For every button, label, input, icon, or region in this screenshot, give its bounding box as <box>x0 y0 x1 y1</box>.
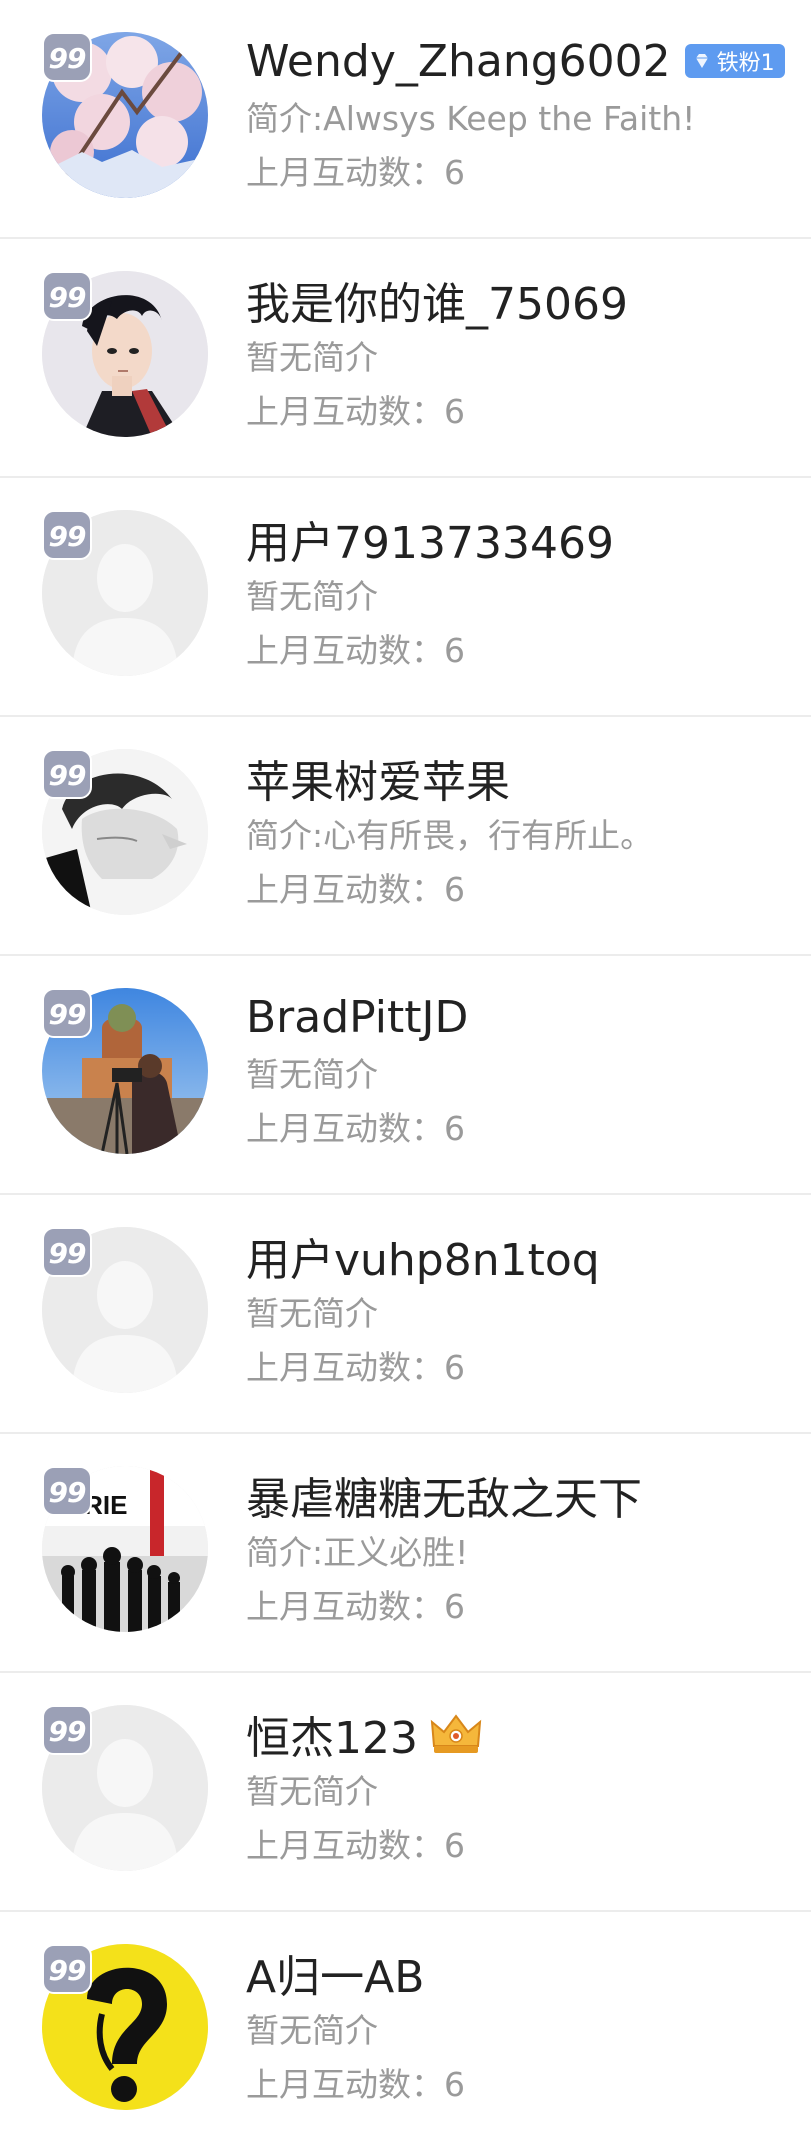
list-item[interactable]: 99 恒杰123 暂无简介 上月互动数：6 <box>0 1673 811 1912</box>
interaction-count: 上月互动数：6 <box>246 146 791 200</box>
username[interactable]: Wendy_Zhang6002 <box>246 36 671 87</box>
username[interactable]: BradPittJD <box>246 992 468 1043</box>
username[interactable]: 暴虐糖糖无敌之天下 <box>246 1463 642 1527</box>
interaction-count: 上月互动数：6 <box>246 1102 791 1156</box>
stat-value: 6 <box>444 1348 465 1387</box>
diamond-icon <box>695 54 708 68</box>
list-item[interactable]: 99 Wendy_Zhang6002 铁粉1 简介:Alwsys Keep th… <box>0 0 811 239</box>
fan-badge-label: 铁粉1 <box>716 51 775 76</box>
interaction-count: 上月互动数：6 <box>246 1341 791 1395</box>
stat-value: 6 <box>444 1587 465 1626</box>
level-badge: 99 <box>42 988 92 1038</box>
username[interactable]: 用户vuhp8n1toq <box>246 1224 600 1288</box>
stat-label: 上月互动数： <box>246 2065 444 2104</box>
user-bio: 简介:心有所畏，行有所止。 <box>246 816 654 855</box>
stat-value: 6 <box>444 392 465 431</box>
level-badge: 99 <box>42 1227 92 1277</box>
username[interactable]: A归一AB <box>246 1941 424 2005</box>
stat-value: 6 <box>444 1109 465 1148</box>
list-item[interactable]: KYRIE 99 <box>0 1434 811 1673</box>
user-bio: 暂无简介 <box>246 1772 378 1811</box>
user-bio: 简介:Alwsys Keep the Faith! <box>246 99 696 138</box>
stat-value: 6 <box>444 631 465 670</box>
stat-value: 6 <box>444 153 465 192</box>
user-bio: 暂无简介 <box>246 2011 378 2050</box>
stat-label: 上月互动数： <box>246 1826 444 1865</box>
stat-value: 6 <box>444 1826 465 1865</box>
level-badge: 99 <box>42 1944 92 1994</box>
stat-label: 上月互动数： <box>246 1348 444 1387</box>
user-bio: 暂无简介 <box>246 338 378 377</box>
user-bio: 暂无简介 <box>246 577 378 616</box>
level-badge: 99 <box>42 32 92 82</box>
user-bio: 暂无简介 <box>246 1294 378 1333</box>
interaction-count: 上月互动数：6 <box>246 863 791 917</box>
stat-label: 上月互动数： <box>246 870 444 909</box>
username[interactable]: 苹果树爱苹果 <box>246 746 510 810</box>
stat-label: 上月互动数： <box>246 1587 444 1626</box>
list-item[interactable]: 99 用户7913733469 暂无简介 上月互动数：6 <box>0 478 811 717</box>
stat-label: 上月互动数： <box>246 153 444 192</box>
interaction-count: 上月互动数：6 <box>246 2058 791 2112</box>
level-badge: 99 <box>42 510 92 560</box>
stat-label: 上月互动数： <box>246 1109 444 1148</box>
interaction-count: 上月互动数：6 <box>246 624 791 678</box>
interaction-count: 上月互动数：6 <box>246 1580 791 1634</box>
level-badge: 99 <box>42 749 92 799</box>
username[interactable]: 我是你的谁_75069 <box>246 268 628 332</box>
list-item[interactable]: 99 BradPittJD 暂无简介 上月互动数：6 <box>0 956 811 1195</box>
user-bio: 暂无简介 <box>246 1055 378 1094</box>
level-badge: 99 <box>42 1705 92 1755</box>
stat-label: 上月互动数： <box>246 392 444 431</box>
username[interactable]: 用户7913733469 <box>246 507 614 571</box>
crown-icon <box>430 1714 482 1753</box>
level-badge: 99 <box>42 271 92 321</box>
interaction-count: 上月互动数：6 <box>246 385 791 439</box>
user-bio: 简介:正义必胜! <box>246 1533 469 1572</box>
stat-value: 6 <box>444 2065 465 2104</box>
fan-badge: 铁粉1 <box>684 44 785 78</box>
username[interactable]: 恒杰123 <box>246 1702 418 1766</box>
stat-label: 上月互动数： <box>246 631 444 670</box>
stat-value: 6 <box>444 870 465 909</box>
follower-list: 99 Wendy_Zhang6002 铁粉1 简介:Alwsys Keep th… <box>0 0 811 2151</box>
list-item[interactable]: 99 苹果树爱苹果 简介:心有所畏，行有所止。 上月互动数：6 <box>0 717 811 956</box>
list-item[interactable]: 99 我是你的谁_75069 暂无简介 上月互动数：6 <box>0 239 811 478</box>
level-badge: 99 <box>42 1466 92 1516</box>
interaction-count: 上月互动数：6 <box>246 1819 791 1873</box>
list-item[interactable]: 99 A归一AB 暂无简介 上月互动数：6 <box>0 1912 811 2151</box>
list-item[interactable]: 99 用户vuhp8n1toq 暂无简介 上月互动数：6 <box>0 1195 811 1434</box>
